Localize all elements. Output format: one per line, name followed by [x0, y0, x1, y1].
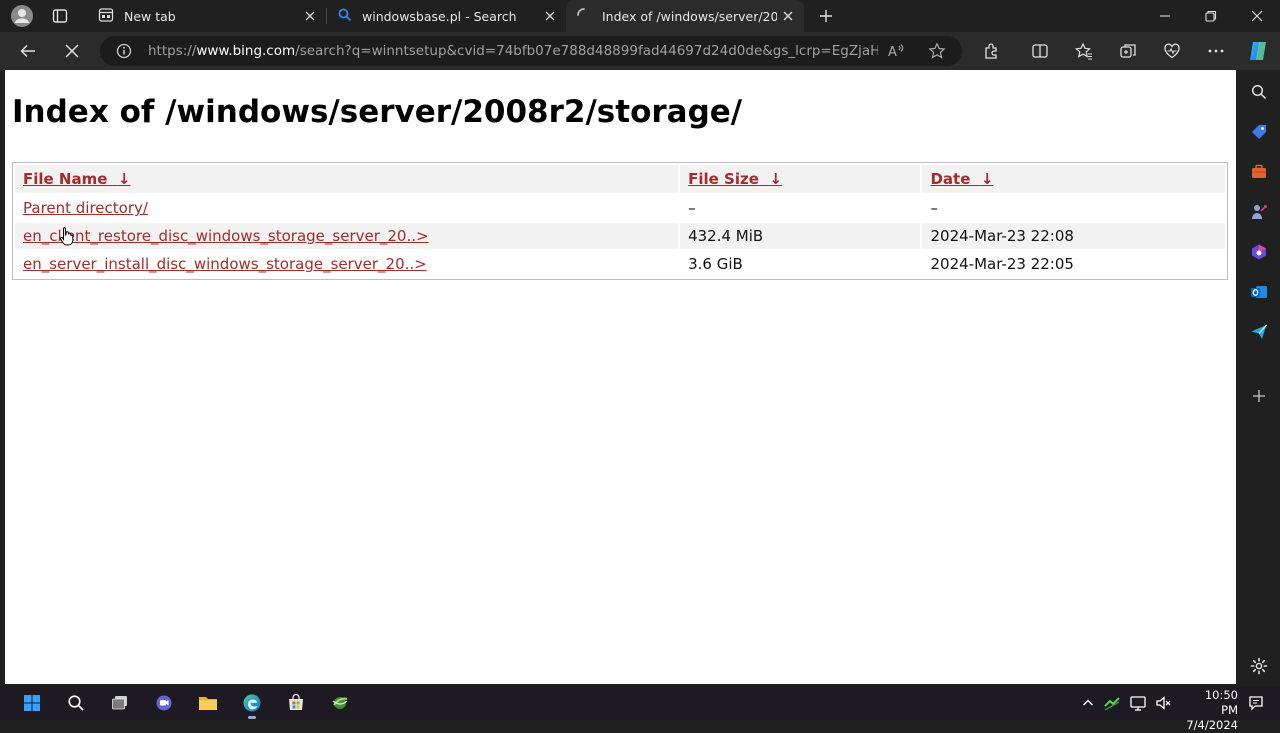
restore-icon[interactable] [1188, 0, 1234, 32]
date-cell: – [930, 199, 938, 217]
tab-actions-icon[interactable] [48, 4, 72, 28]
more-options-icon[interactable] [1202, 37, 1230, 65]
microsoft-365-icon[interactable] [1247, 240, 1271, 264]
file-link[interactable]: en_server_install_disc_windows_storage_s… [23, 255, 427, 273]
sort-arrow-icon: ↓ [769, 170, 782, 188]
tab-index-of-storage[interactable]: Index of /windows/server/2008r2/ [566, 0, 804, 32]
read-aloud-icon[interactable]: A [888, 43, 906, 63]
search-icon [338, 8, 352, 25]
file-size-cell: – [688, 199, 696, 217]
add-sidebar-app-icon[interactable] [1247, 384, 1271, 408]
svg-text:A: A [888, 45, 897, 59]
games-icon[interactable] [1247, 200, 1271, 224]
tab-title: windowsbase.pl - Search [362, 8, 517, 24]
url-host: www.bing.com [196, 43, 296, 59]
microsoft-store-icon[interactable] [284, 691, 308, 715]
page-title: Index of /windows/server/2008r2/storage/ [12, 94, 743, 130]
loading-spinner-icon [576, 7, 592, 26]
url-text[interactable]: https://www.bing.com/search?q=winntsetup… [148, 36, 878, 66]
url-scheme: https:// [148, 43, 197, 59]
task-view-icon[interactable] [108, 691, 132, 715]
stop-loading-icon[interactable] [58, 37, 86, 65]
favorite-star-icon[interactable] [928, 42, 946, 64]
favorites-icon[interactable] [1070, 37, 1098, 65]
teams-chat-icon[interactable] [152, 691, 176, 715]
sort-by-file-name-link[interactable]: File Name ↓ [23, 170, 130, 188]
tools-briefcase-icon[interactable] [1247, 160, 1271, 184]
file-size-cell: 432.4 MiB [680, 223, 921, 249]
volume-muted-icon[interactable] [1152, 691, 1176, 715]
column-header-file-name: File Name ↓ [15, 165, 679, 193]
sort-by-file-size-link[interactable]: File Size ↓ [688, 170, 782, 188]
site-info-icon[interactable] [116, 43, 132, 63]
parent-directory-link[interactable]: Parent directory/ [23, 199, 148, 217]
clock-date: 7/4/2024 [1186, 718, 1238, 732]
date-cell: 2024-Mar-23 22:05 [930, 255, 1074, 273]
tab-title: Index of /windows/server/2008r2/ [602, 8, 777, 24]
back-arrow-icon[interactable] [14, 37, 42, 65]
edge-sidebar [1238, 70, 1280, 684]
clock-time: 10:50 PM [1204, 688, 1238, 717]
sort-by-date-link[interactable]: Date ↓ [930, 170, 993, 188]
extensions-icon[interactable] [978, 37, 1006, 65]
tab-new-tab[interactable]: New tab [88, 0, 326, 32]
network-icon[interactable] [1126, 691, 1150, 715]
table-row: Parent directory/ – – [15, 195, 1225, 221]
shopping-tag-icon[interactable] [1247, 120, 1271, 144]
new-tab-plus-icon[interactable] [814, 4, 838, 28]
split-screen-icon[interactable] [1026, 37, 1054, 65]
table-row: en_client_restore_disc_windows_storage_s… [15, 223, 1225, 249]
address-bar[interactable]: https://www.bing.com/search?q=winntsetup… [100, 36, 962, 66]
column-header-date: Date ↓ [922, 165, 1225, 193]
taskbar-search-icon[interactable] [64, 691, 88, 715]
edge-browser-icon[interactable] [240, 691, 264, 719]
copilot-icon[interactable] [1244, 37, 1272, 65]
sidebar-settings-gear-icon[interactable] [1247, 654, 1271, 678]
table-row: en_server_install_disc_windows_storage_s… [15, 251, 1225, 277]
minimize-icon[interactable] [1142, 0, 1188, 32]
windows-start-icon[interactable] [20, 691, 44, 715]
taskbar-clock[interactable]: 10:50 PM 7/4/2024 [1186, 688, 1238, 733]
outlook-icon[interactable] [1247, 280, 1271, 304]
browser-toolbar: https://www.bing.com/search?q=winntsetup… [0, 32, 1280, 70]
file-explorer-icon[interactable] [196, 691, 220, 715]
sidebar-search-icon[interactable] [1247, 80, 1271, 104]
date-cell: 2024-Mar-23 22:08 [922, 223, 1225, 249]
drop-send-icon[interactable] [1247, 320, 1271, 344]
tab-separator [326, 8, 327, 24]
close-icon[interactable] [302, 8, 318, 24]
sort-arrow-icon: ↓ [117, 170, 131, 188]
collections-icon[interactable] [1114, 37, 1142, 65]
show-hidden-icons-chevron-icon[interactable] [1076, 691, 1100, 715]
table-header-row: File Name ↓ File Size ↓ Date ↓ [15, 165, 1225, 193]
tab-search[interactable]: windowsbase.pl - Search [328, 0, 566, 32]
column-header-file-size: File Size ↓ [680, 165, 921, 193]
tray-app-icon[interactable] [1100, 691, 1124, 715]
sort-arrow-icon: ↓ [980, 170, 994, 188]
tab-strip: New tab windowsbase.pl - Search Index of… [0, 0, 1280, 32]
hand-cursor-icon [59, 226, 74, 250]
page-viewport: Index of /windows/server/2008r2/storage/… [5, 70, 1236, 684]
notification-center-icon[interactable] [1244, 691, 1268, 715]
file-link[interactable]: en_client_restore_disc_windows_storage_s… [23, 227, 429, 245]
tab-title: New tab [124, 8, 176, 24]
close-window-icon[interactable] [1234, 0, 1280, 32]
file-size-cell: 3.6 GiB [688, 255, 743, 273]
new-tab-page-icon [98, 7, 114, 26]
close-icon[interactable] [780, 8, 796, 24]
directory-listing-table: File Name ↓ File Size ↓ Date ↓ Parent di… [12, 162, 1228, 280]
close-icon[interactable] [542, 8, 558, 24]
url-path: /search?q=winntsetup&cvid=74bfb07e788d48… [295, 43, 878, 59]
windows-taskbar: 10:50 PM 7/4/2024 [0, 686, 1280, 732]
setup-app-icon[interactable] [328, 691, 352, 715]
browser-essentials-icon[interactable] [1158, 37, 1186, 65]
profile-avatar-icon[interactable] [10, 4, 34, 28]
